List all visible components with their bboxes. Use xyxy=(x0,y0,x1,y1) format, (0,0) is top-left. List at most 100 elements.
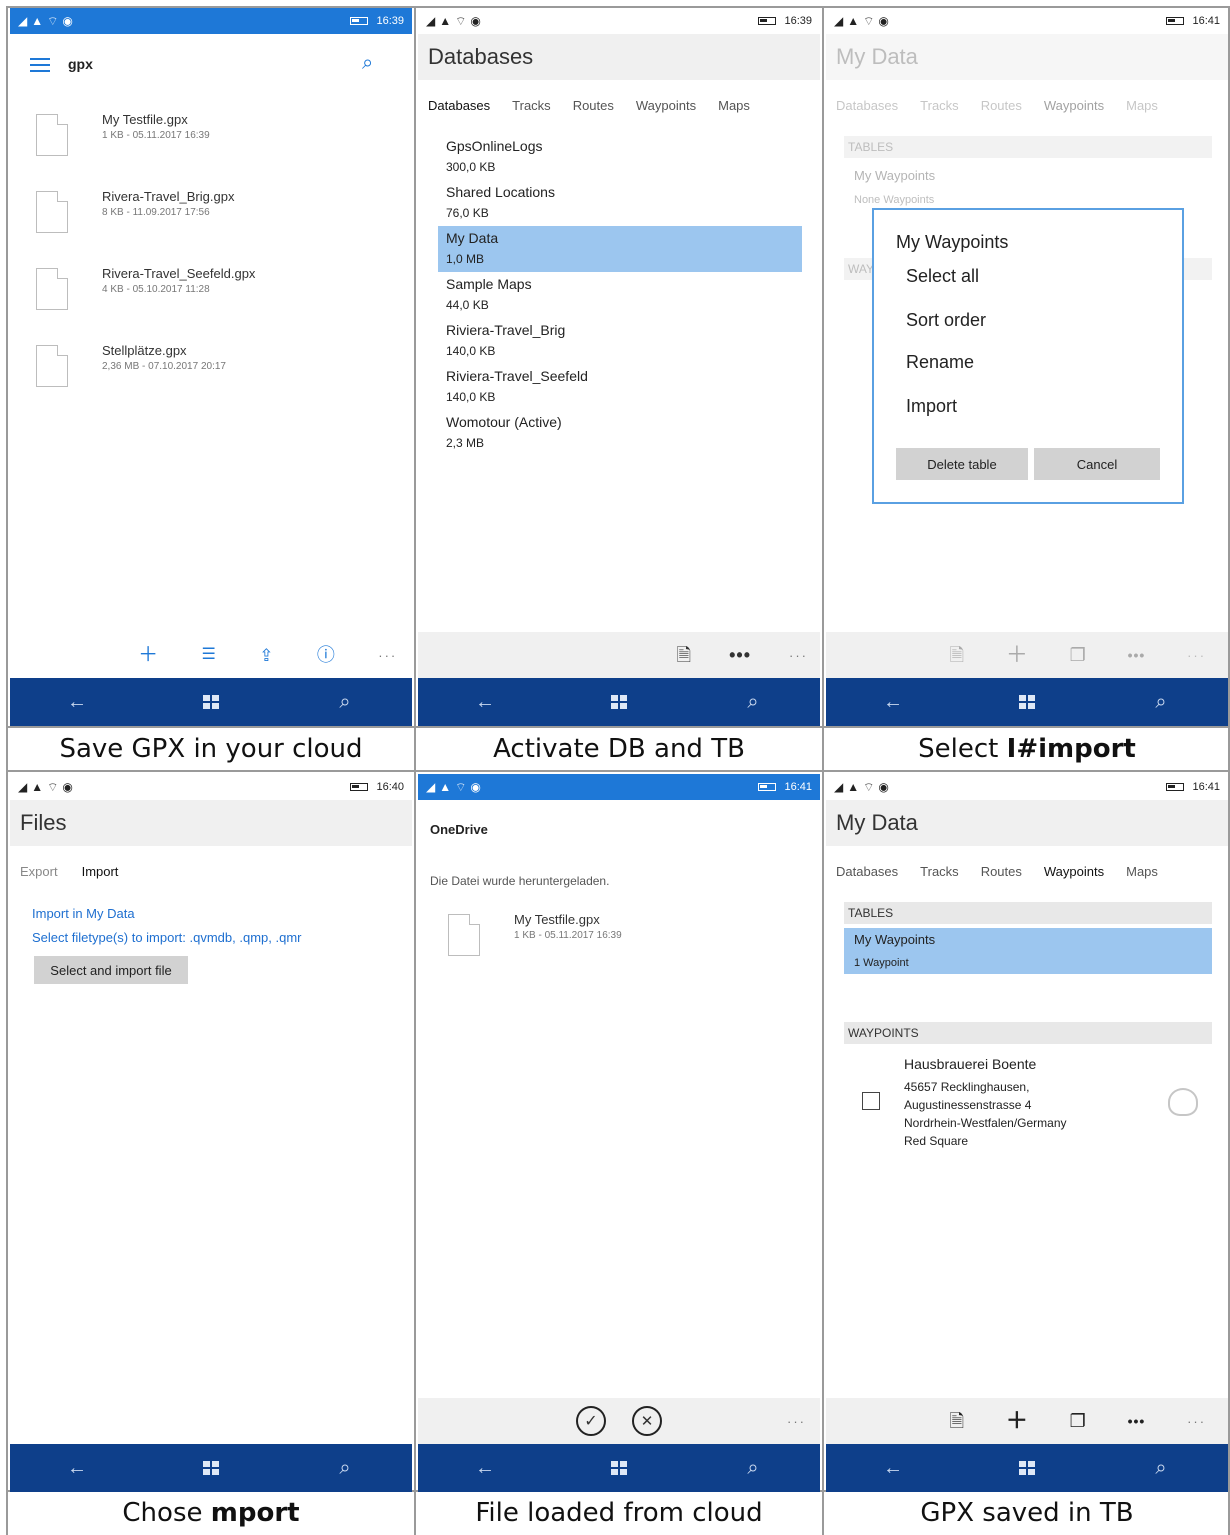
filetype-link[interactable]: Select filetype(s) to import: .qvmdb, .q… xyxy=(32,930,301,945)
more-icon[interactable]: ··· xyxy=(789,648,808,663)
add-icon[interactable]: ＋ xyxy=(1006,1410,1028,1432)
more-icon[interactable]: ··· xyxy=(1187,648,1206,663)
more-icon[interactable]: ··· xyxy=(787,1414,806,1429)
back-icon[interactable]: ← xyxy=(873,682,913,722)
status-bar: ◢▲⌔◉ 16:41 xyxy=(826,8,1228,34)
add-icon[interactable]: ＋ xyxy=(1006,644,1028,666)
tab-databases[interactable]: Databases xyxy=(428,98,490,113)
tab-import[interactable]: Import xyxy=(82,864,119,879)
copy-icon[interactable]: ❐ xyxy=(1070,646,1086,664)
cancel-button[interactable]: Cancel xyxy=(1034,448,1160,480)
more-icon[interactable]: ··· xyxy=(1187,1414,1206,1429)
table-row-selected[interactable]: My Waypoints 1 Waypoint xyxy=(844,928,1212,974)
tab-tracks[interactable]: Tracks xyxy=(920,98,959,113)
signal-icon: ◢▲⌔◉ xyxy=(18,13,77,28)
file-name: My Testfile.gpx xyxy=(514,912,600,927)
tab-waypoints[interactable]: Waypoints xyxy=(1044,98,1104,113)
share-icon[interactable]: ⇪ xyxy=(259,647,273,664)
options-icon[interactable]: ••• xyxy=(729,645,751,666)
edit-icon[interactable]: 🗎 xyxy=(950,1412,964,1430)
options-icon[interactable]: ••• xyxy=(1128,1413,1146,1429)
delete-table-button[interactable]: Delete table xyxy=(896,448,1028,480)
list-item[interactable]: Riviera-Travel_Brig 140,0 KB xyxy=(438,318,802,364)
select-import-file-button[interactable]: Select and import file xyxy=(34,956,188,984)
app-bar: 🗎 ＋ ❐ ••• ··· xyxy=(826,1398,1228,1444)
tab-databases[interactable]: Databases xyxy=(836,98,898,113)
table-name: My Waypoints xyxy=(854,932,936,947)
hamburger-icon[interactable] xyxy=(30,58,50,72)
options-icon[interactable]: ••• xyxy=(1128,647,1146,663)
search-icon[interactable]: ⌕ xyxy=(1141,1448,1181,1488)
edit-icon[interactable]: 🗎 xyxy=(950,646,964,664)
confirm-icon[interactable]: ✓ xyxy=(576,1406,606,1436)
back-icon[interactable]: ← xyxy=(465,682,505,722)
copy-icon[interactable]: ❐ xyxy=(1070,1412,1086,1430)
back-icon[interactable]: ← xyxy=(57,1448,97,1488)
list-item[interactable]: GpsOnlineLogs 300,0 KB xyxy=(438,134,802,180)
list-item[interactable]: Rivera-Travel_Brig.gpx 8 KB - 11.09.2017… xyxy=(10,185,412,255)
list-item[interactable]: Stellplätze.gpx 2,36 MB - 07.10.2017 20:… xyxy=(10,339,412,409)
windows-icon[interactable] xyxy=(599,682,639,722)
windows-icon[interactable] xyxy=(191,682,231,722)
status-bar: ◢▲⌔◉ 16:39 xyxy=(418,8,820,34)
tab-routes[interactable]: Routes xyxy=(573,98,614,113)
search-icon[interactable]: ⌕ xyxy=(1141,682,1181,722)
list-item[interactable]: Sample Maps 44,0 KB xyxy=(438,272,802,318)
search-icon[interactable]: ⌕ xyxy=(733,1448,773,1488)
list-item[interactable]: Riviera-Travel_Seefeld 140,0 KB xyxy=(438,364,802,410)
list-item[interactable]: My Testfile.gpx 1 KB - 05.11.2017 16:39 xyxy=(418,908,820,968)
database-size: 2,3 MB xyxy=(446,436,485,450)
list-item-selected[interactable]: My Data 1,0 MB xyxy=(438,226,802,272)
menu-item-sort-order[interactable]: Sort order xyxy=(906,310,986,331)
windows-icon[interactable] xyxy=(191,1448,231,1488)
waypoint-checkbox[interactable] xyxy=(862,1092,880,1110)
tab-tracks[interactable]: Tracks xyxy=(920,864,959,879)
search-icon[interactable]: ⌕ xyxy=(733,682,773,722)
select-list-icon[interactable]: ☰ xyxy=(201,647,215,663)
tab-export[interactable]: Export xyxy=(20,864,58,879)
tab-maps[interactable]: Maps xyxy=(1126,864,1158,879)
tab-databases[interactable]: Databases xyxy=(836,864,898,879)
back-icon[interactable]: ← xyxy=(57,682,97,722)
windows-icon[interactable] xyxy=(1007,1448,1047,1488)
tab-routes[interactable]: Routes xyxy=(981,98,1022,113)
import-target-link[interactable]: Import in My Data xyxy=(32,906,135,921)
list-item[interactable]: Shared Locations 76,0 KB xyxy=(438,180,802,226)
cancel-icon[interactable]: ✕ xyxy=(632,1406,662,1436)
table-name[interactable]: My Waypoints xyxy=(854,168,935,183)
add-icon[interactable]: ＋ xyxy=(138,645,158,665)
search-icon[interactable]: ⌕ xyxy=(362,52,382,74)
menu-item-select-all[interactable]: Select all xyxy=(906,266,979,287)
panel-onedrive-download: ◢▲⌔◉ 16:41 OneDrive Die Datei wurde heru… xyxy=(418,774,820,1492)
database-settings-icon[interactable]: 🗎 xyxy=(677,646,691,664)
list-item[interactable]: My Testfile.gpx 1 KB - 05.11.2017 16:39 xyxy=(10,108,412,178)
back-icon[interactable]: ← xyxy=(465,1448,505,1488)
tab-tracks[interactable]: Tracks xyxy=(512,98,551,113)
tab-maps[interactable]: Maps xyxy=(718,98,750,113)
more-icon[interactable]: ··· xyxy=(378,648,397,663)
waypoint-item[interactable]: Hausbrauerei Boente 45657 Recklinghausen… xyxy=(826,1052,1228,1162)
menu-item-rename[interactable]: Rename xyxy=(906,352,974,373)
database-name: GpsOnlineLogs xyxy=(446,138,543,154)
back-icon[interactable]: ← xyxy=(873,1448,913,1488)
tab-bar: Databases Tracks Routes Waypoints Maps xyxy=(428,98,750,113)
clock: 16:39 xyxy=(784,15,812,27)
tab-routes[interactable]: Routes xyxy=(981,864,1022,879)
tab-waypoints[interactable]: Waypoints xyxy=(636,98,696,113)
list-item[interactable]: Rivera-Travel_Seefeld.gpx 4 KB - 05.10.2… xyxy=(10,262,412,332)
app-bar: ＋ ☰ ⇪ ⓘ ··· xyxy=(10,632,412,678)
search-icon[interactable]: ⌕ xyxy=(325,682,365,722)
list-item[interactable]: Womotour (Active) 2,3 MB xyxy=(438,410,802,456)
windows-icon[interactable] xyxy=(599,1448,639,1488)
windows-icon[interactable] xyxy=(1007,682,1047,722)
info-icon[interactable]: ⓘ xyxy=(317,646,335,664)
tab-maps[interactable]: Maps xyxy=(1126,98,1158,113)
page-title: My Data xyxy=(826,800,1228,846)
signal-icon: ◢▲⌔◉ xyxy=(834,779,893,794)
menu-item-import[interactable]: Import xyxy=(906,396,957,417)
win-nav-bar: ← ⌕ xyxy=(826,678,1228,726)
search-icon[interactable]: ⌕ xyxy=(325,1448,365,1488)
tab-waypoints[interactable]: Waypoints xyxy=(1044,864,1104,879)
file-icon xyxy=(36,345,68,387)
clock: 16:40 xyxy=(376,781,404,793)
